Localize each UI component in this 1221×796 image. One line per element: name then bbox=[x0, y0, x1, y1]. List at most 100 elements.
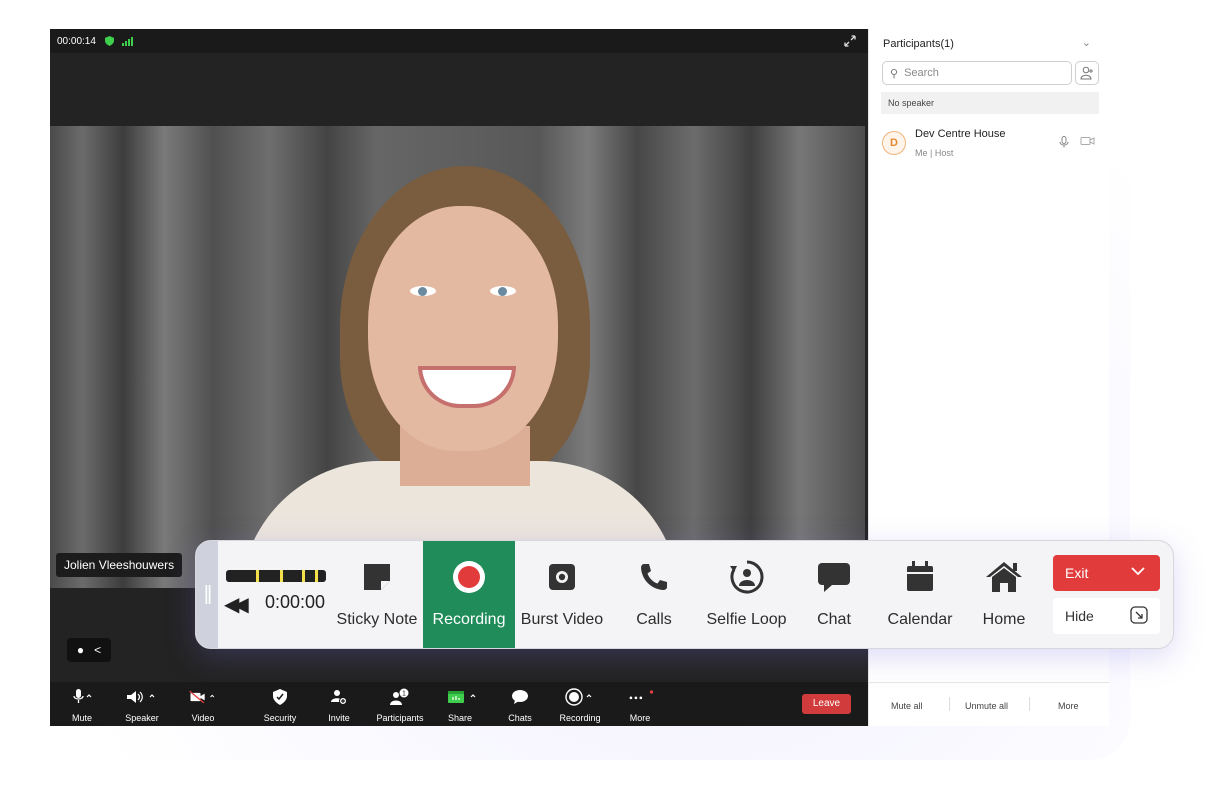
avatar: D bbox=[882, 131, 906, 155]
calls-button[interactable]: Calls bbox=[609, 541, 699, 648]
search-icon: ⚲ bbox=[890, 67, 899, 80]
selfie-loop-icon bbox=[699, 559, 794, 595]
participant-name: Dev Centre House bbox=[915, 128, 1006, 140]
chat-tool-button[interactable]: Chat bbox=[794, 541, 874, 648]
chat-bubble-icon bbox=[794, 559, 874, 595]
chat-bubble-icon: ● bbox=[76, 643, 85, 657]
participants-button[interactable]: 1 Participants bbox=[374, 686, 426, 723]
chevron-down-icon bbox=[1130, 563, 1146, 579]
record-icon bbox=[556, 686, 604, 708]
panel-more-button[interactable]: More bbox=[1058, 701, 1079, 711]
video-label: Video bbox=[191, 713, 215, 723]
video-off-icon bbox=[188, 686, 218, 708]
invite-label: Invite bbox=[328, 713, 350, 723]
video-button[interactable]: Video bbox=[188, 686, 218, 723]
chats-button[interactable]: Chats bbox=[506, 686, 534, 723]
microphone-icon bbox=[68, 686, 96, 708]
speaker-status: No speaker bbox=[881, 92, 1099, 114]
meeting-toolbar: Mute Speaker Video Security Invite 1 Par… bbox=[50, 682, 868, 726]
burst-video-button[interactable]: Burst Video bbox=[516, 541, 608, 648]
left-eye bbox=[410, 286, 436, 296]
unmute-all-button[interactable]: Unmute all bbox=[965, 701, 1008, 711]
record-icon bbox=[423, 559, 515, 595]
home-icon bbox=[964, 559, 1044, 595]
shield-icon bbox=[260, 686, 300, 708]
chats-label: Chats bbox=[508, 713, 532, 723]
chevron-left-icon: < bbox=[94, 643, 102, 657]
hide-button[interactable]: Hide bbox=[1053, 598, 1160, 634]
panel-title: Participants(1) bbox=[883, 38, 954, 50]
participants-label: Participants bbox=[376, 713, 424, 723]
calendar-button[interactable]: Calendar bbox=[876, 541, 964, 648]
participant-name-tag: Jolien Vleeshouwers bbox=[56, 553, 183, 577]
drag-handle[interactable]: || bbox=[196, 541, 218, 648]
chat-tool-label: Chat bbox=[817, 611, 851, 628]
mute-label: Mute bbox=[71, 713, 92, 723]
add-user-icon bbox=[1080, 66, 1093, 80]
participant-video bbox=[50, 126, 865, 588]
mini-chat-toggle[interactable]: ● < bbox=[67, 638, 111, 662]
more-label: More bbox=[629, 713, 651, 723]
exit-label: Exit bbox=[1065, 565, 1089, 581]
share-screen-icon bbox=[446, 686, 480, 708]
calls-label: Calls bbox=[636, 611, 672, 628]
search-input[interactable]: ⚲ Search bbox=[882, 61, 1072, 85]
share-button[interactable]: Share bbox=[446, 686, 480, 723]
right-eye bbox=[490, 286, 516, 296]
meeting-top-bar: 00:00:14 bbox=[50, 29, 868, 53]
invite-button[interactable]: Invite bbox=[326, 686, 352, 723]
sticky-note-button[interactable]: Sticky Note bbox=[332, 541, 422, 648]
signal-strength-icon bbox=[121, 36, 133, 46]
sticky-note-label: Sticky Note bbox=[336, 611, 418, 628]
minimize-icon bbox=[1130, 606, 1148, 624]
search-placeholder: Search bbox=[904, 67, 939, 79]
speaker-button[interactable]: Speaker bbox=[122, 686, 162, 723]
home-label: Home bbox=[982, 611, 1026, 628]
exit-button[interactable]: Exit bbox=[1053, 555, 1160, 591]
timeline-bar[interactable] bbox=[226, 570, 326, 582]
dock-timer: 0:00:00 bbox=[265, 592, 326, 612]
home-button[interactable]: Home bbox=[964, 541, 1044, 648]
hide-label: Hide bbox=[1065, 608, 1094, 624]
person-face bbox=[368, 206, 558, 451]
participant-count-badge: 1 bbox=[402, 691, 406, 698]
security-button[interactable]: Security bbox=[260, 686, 300, 723]
floating-dock: || ◀◀ 0:00:00 Sticky Note Recording Burs… bbox=[195, 540, 1174, 649]
microphone-icon[interactable] bbox=[1059, 136, 1069, 148]
encryption-shield-icon bbox=[104, 36, 114, 46]
share-label: Share bbox=[448, 713, 473, 723]
phone-icon bbox=[609, 559, 699, 595]
more-button[interactable]: More bbox=[626, 686, 654, 723]
recording-label: Recording bbox=[559, 713, 601, 723]
participant-role: Me | Host bbox=[915, 148, 954, 158]
recording-tool-button[interactable]: Recording bbox=[423, 541, 515, 648]
selfie-loop-label: Selfie Loop bbox=[706, 611, 787, 628]
camera-off-icon[interactable] bbox=[1080, 136, 1096, 146]
more-icon bbox=[626, 686, 654, 708]
chevron-down-icon[interactable]: ⌄ bbox=[1082, 36, 1091, 49]
rewind-icon[interactable]: ◀◀ bbox=[224, 592, 249, 617]
panel-footer: Mute all Unmute all More bbox=[869, 682, 1109, 727]
add-participant-button[interactable] bbox=[1075, 61, 1099, 85]
mute-all-button[interactable]: Mute all bbox=[891, 701, 923, 711]
recording-tool-label: Recording bbox=[432, 611, 506, 628]
fullscreen-icon[interactable] bbox=[842, 33, 858, 49]
burst-video-label: Burst Video bbox=[520, 611, 604, 628]
speaker-label: Speaker bbox=[125, 713, 159, 723]
sticky-note-icon bbox=[332, 559, 422, 595]
invite-user-icon bbox=[326, 686, 352, 708]
elapsed-time: 00:00:14 bbox=[57, 35, 96, 47]
calendar-label: Calendar bbox=[887, 611, 953, 628]
chat-icon bbox=[506, 686, 534, 708]
camera-icon bbox=[516, 559, 608, 595]
recording-button[interactable]: Recording bbox=[556, 686, 604, 723]
speaker-icon bbox=[122, 686, 162, 708]
selfie-loop-button[interactable]: Selfie Loop bbox=[699, 541, 794, 648]
divider bbox=[949, 697, 950, 711]
mute-button[interactable]: Mute bbox=[68, 686, 96, 723]
security-label: Security bbox=[263, 713, 297, 723]
participants-icon: 1 bbox=[374, 686, 426, 708]
divider bbox=[1029, 697, 1030, 711]
leave-button[interactable]: Leave bbox=[802, 694, 851, 714]
calendar-icon bbox=[876, 559, 964, 595]
